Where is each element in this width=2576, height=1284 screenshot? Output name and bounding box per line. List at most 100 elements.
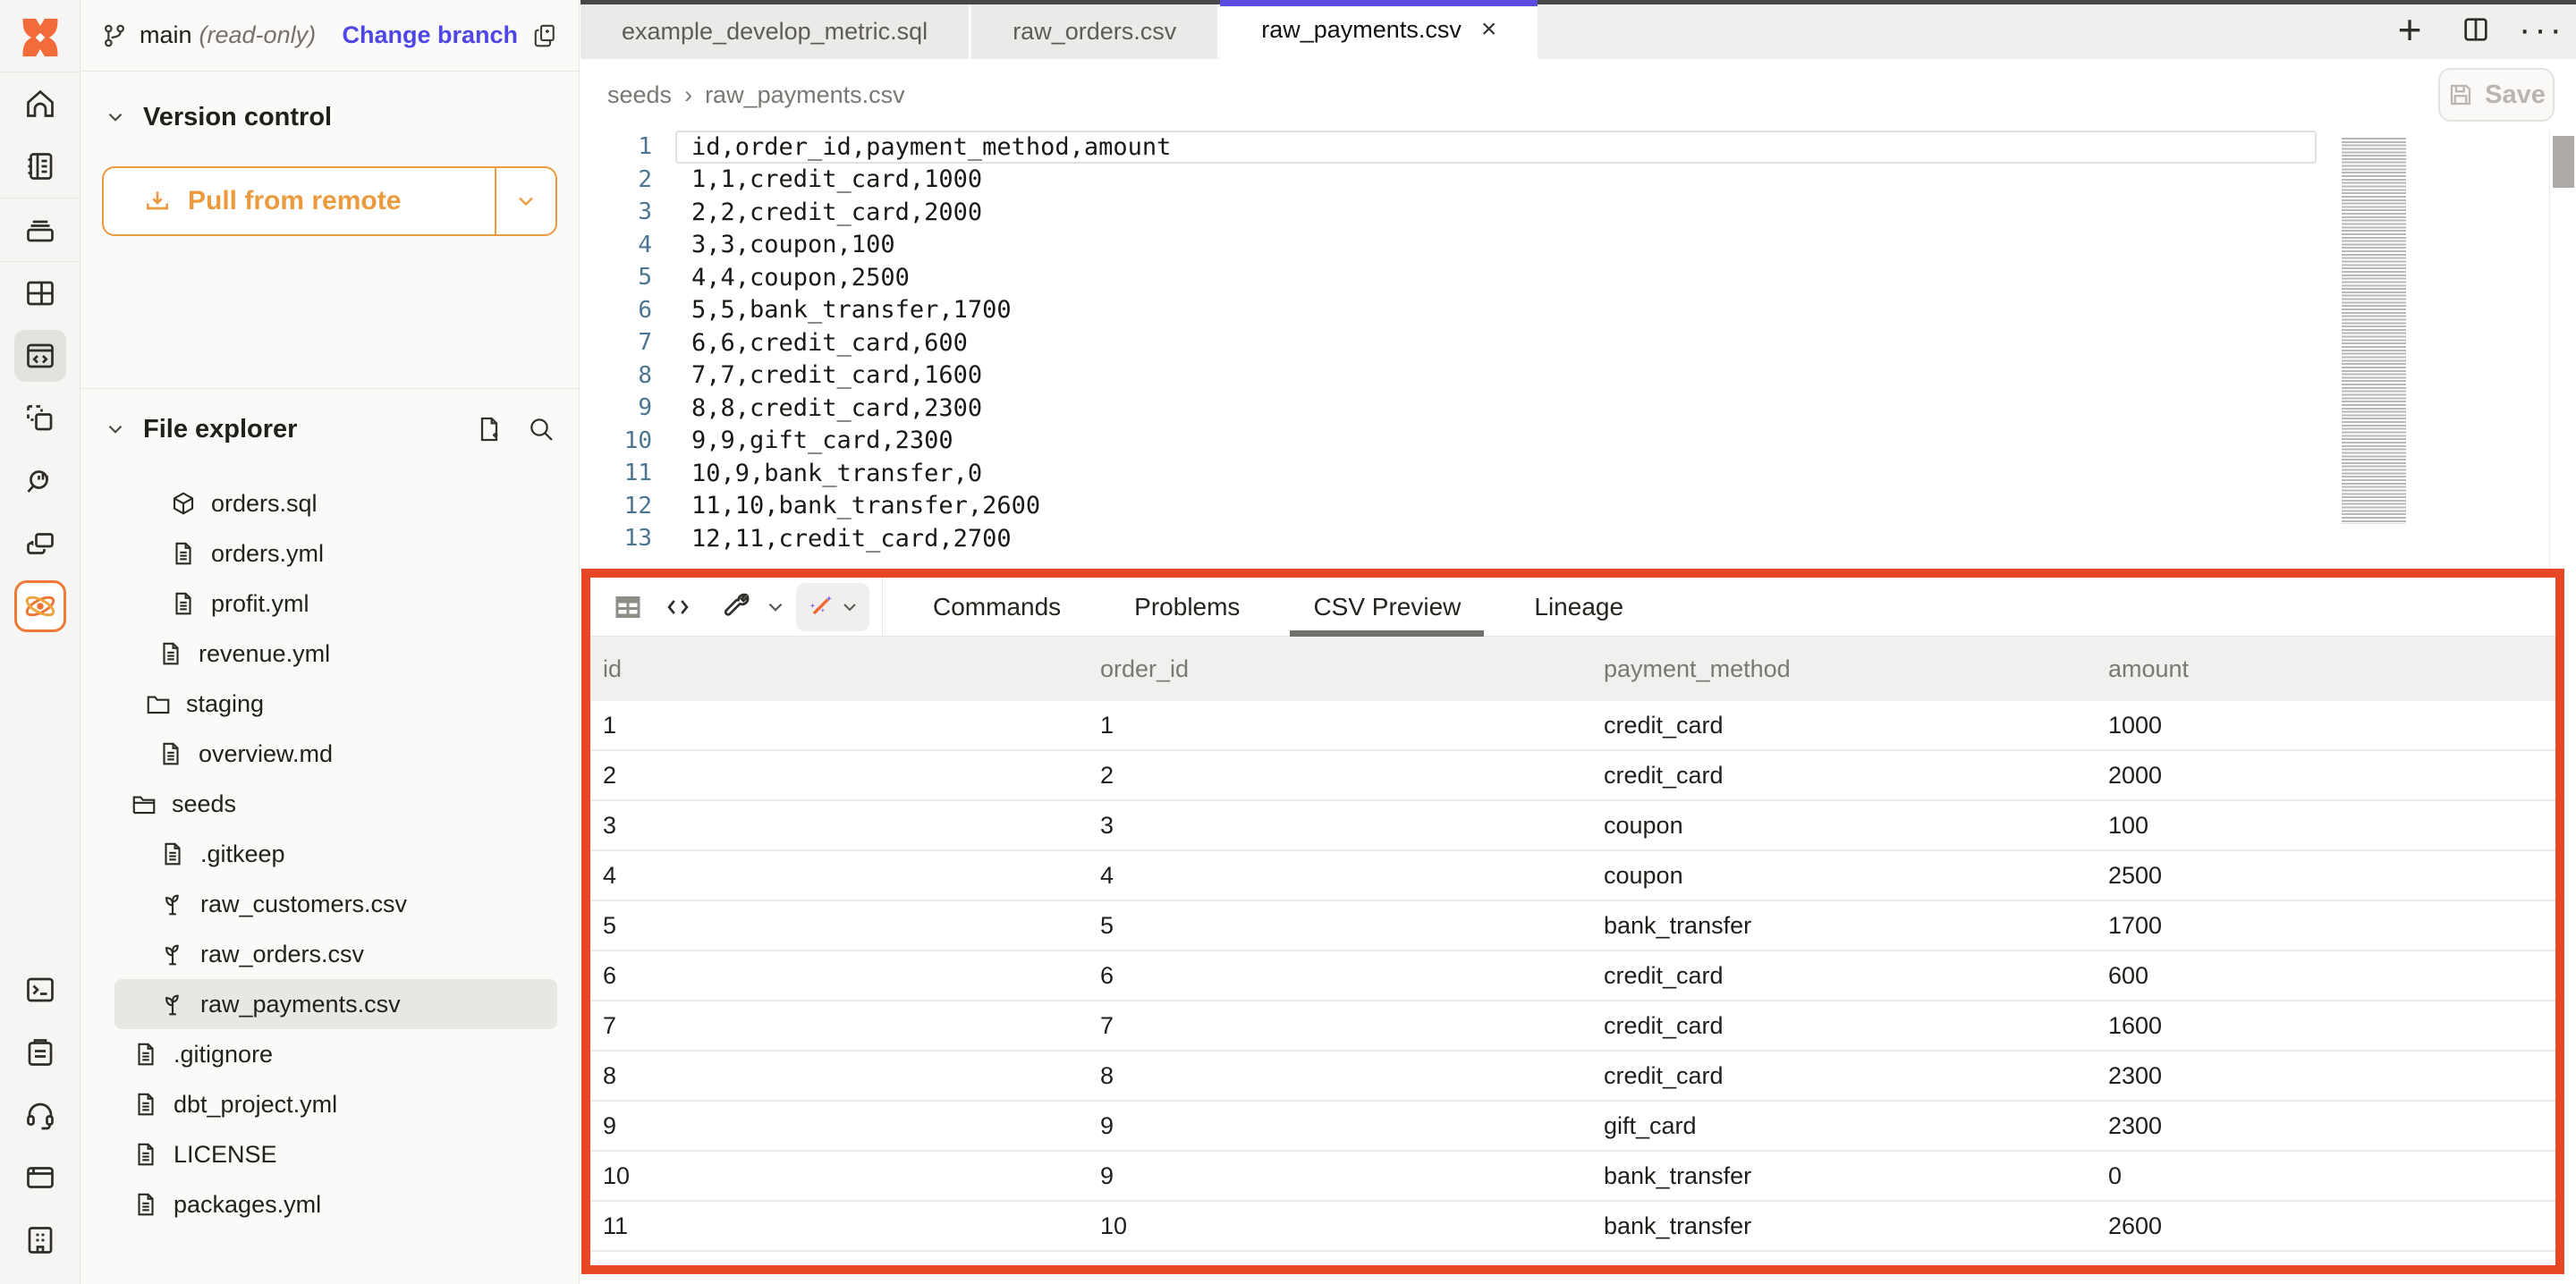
editor-line: 4 3,3,coupon,100 — [580, 229, 2576, 262]
table-row: 8 8 credit_card 2300 — [590, 1052, 2555, 1102]
chevron-down-icon[interactable] — [104, 106, 127, 129]
seed-icon — [159, 891, 186, 917]
file-tree-item[interactable]: revenue.yml — [114, 629, 557, 679]
file-name: packages.yml — [174, 1191, 321, 1219]
table-row: 3 3 coupon 100 — [590, 801, 2555, 851]
panel-tab-label: Lineage — [1534, 593, 1623, 621]
editor-line: 9 8,8,credit_card,2300 — [580, 392, 2576, 425]
cell-payment-method: credit_card — [1591, 712, 2096, 739]
notebook-icon[interactable] — [14, 140, 66, 192]
browser-window-icon[interactable] — [14, 1152, 66, 1204]
file-tree-item[interactable]: .gitkeep — [114, 829, 557, 879]
file-name: raw_orders.csv — [200, 941, 364, 968]
doc-icon — [132, 1091, 159, 1118]
editor-line: 6 5,5,bank_transfer,1700 — [580, 294, 2576, 327]
pull-dropdown-button[interactable] — [496, 168, 555, 234]
build-wrench-icon[interactable] — [710, 584, 760, 630]
file-tree-item[interactable]: raw_orders.csv — [114, 929, 557, 979]
rail-divider — [0, 198, 80, 199]
chevron-down-icon[interactable] — [104, 418, 127, 441]
organization-building-icon[interactable] — [14, 1214, 66, 1266]
cell-id: 7 — [590, 1012, 1088, 1040]
split-editor-icon[interactable] — [2458, 12, 2494, 47]
results-table-icon[interactable] — [603, 584, 653, 630]
headset-support-icon[interactable] — [14, 1089, 66, 1141]
cell-amount: 2500 — [2096, 862, 2555, 890]
table-row: 5 5 bank_transfer 1700 — [590, 901, 2555, 951]
file-tree-item[interactable]: seeds — [114, 779, 557, 829]
line-text: 4,4,coupon,2500 — [670, 264, 910, 291]
cell-id: 3 — [590, 812, 1088, 840]
breadcrumb-parent[interactable]: seeds — [607, 81, 672, 109]
line-text: 8,8,credit_card,2300 — [670, 394, 982, 422]
branch-name: main — [140, 21, 192, 49]
file-tree-item[interactable]: profit.yml — [114, 579, 557, 629]
minimap[interactable] — [2342, 138, 2406, 524]
editor-line: 3 2,2,credit_card,2000 — [580, 196, 2576, 229]
panel-tab[interactable]: CSV Preview — [1306, 578, 1468, 637]
editor-tab[interactable]: raw_payments.csv × — [1220, 0, 1538, 59]
toolbar-divider — [882, 578, 883, 637]
cell-order-id: 5 — [1088, 912, 1591, 940]
line-number: 13 — [580, 525, 670, 552]
file-tree-item[interactable]: .gitignore — [114, 1029, 557, 1079]
panel-tab[interactable]: Commands — [926, 578, 1068, 637]
ai-assist-wand-button[interactable] — [796, 583, 869, 631]
cell-id: 9 — [590, 1112, 1088, 1140]
chevron-down-icon[interactable] — [764, 596, 787, 619]
cell-id: 10 — [590, 1162, 1088, 1190]
save-button[interactable]: Save — [2438, 68, 2555, 122]
panel-tab[interactable]: Problems — [1127, 578, 1247, 637]
dashboard-grid-icon[interactable] — [14, 267, 66, 319]
file-name: orders.sql — [211, 490, 318, 518]
home-icon[interactable] — [14, 78, 66, 130]
cell-order-id: 1 — [1088, 712, 1591, 739]
storage-stack-icon[interactable] — [14, 204, 66, 256]
file-tree-item[interactable]: packages.yml — [114, 1179, 557, 1229]
file-tree-item[interactable]: overview.md — [114, 729, 557, 779]
panel-tabs: Commands Problems CSV Preview Lineage — [926, 578, 1631, 637]
change-branch-link[interactable]: Change branch — [342, 21, 518, 49]
terminal-icon[interactable] — [14, 964, 66, 1016]
compiled-code-icon[interactable] — [653, 584, 703, 630]
doc-icon — [132, 1191, 159, 1218]
code-editor-icon[interactable] — [14, 330, 66, 382]
clipboard-icon[interactable] — [14, 1026, 66, 1078]
sidebar: main (read-only) Change branch Version c… — [80, 0, 580, 1284]
close-tab-icon[interactable]: × — [1481, 14, 1497, 45]
copy-icon[interactable] — [532, 22, 559, 49]
file-tree: orders.sql orders.yml profit.yml — [80, 478, 579, 1229]
search-icon[interactable] — [527, 415, 555, 443]
file-tree-item[interactable]: staging — [114, 679, 557, 729]
line-text: 1,1,credit_card,1000 — [670, 165, 982, 193]
main-area: example_develop_metric.sql raw_orders.cs… — [580, 0, 2576, 1284]
semantic-layer-atom-icon[interactable] — [14, 580, 66, 632]
file-tree-item[interactable]: raw_customers.csv — [114, 879, 557, 929]
query-analysis-icon[interactable] — [14, 455, 66, 507]
editor-line: 5 4,4,coupon,2500 — [580, 261, 2576, 294]
scrollbar-thumb[interactable] — [2553, 136, 2574, 188]
more-options-icon[interactable]: ··· — [2524, 12, 2560, 47]
windows-overlap-icon[interactable] — [14, 518, 66, 570]
dbt-logo-icon[interactable] — [17, 14, 64, 61]
editor-tab[interactable]: example_develop_metric.sql — [580, 4, 971, 59]
editor-scrollbar[interactable] — [2549, 131, 2576, 569]
seed-icon — [159, 941, 186, 967]
file-tree-item[interactable]: dbt_project.yml — [114, 1079, 557, 1129]
selection-frame-icon[interactable] — [14, 393, 66, 444]
new-file-icon[interactable] — [475, 415, 504, 443]
file-tree-item[interactable]: raw_payments.csv — [114, 979, 557, 1029]
doc-icon — [132, 1141, 159, 1168]
editor-tab[interactable]: raw_orders.csv — [971, 4, 1220, 59]
cell-payment-method: coupon — [1591, 862, 2096, 890]
file-tree-item[interactable]: orders.sql — [114, 478, 557, 528]
code-editor[interactable]: 1 id,order_id,payment_method,amount 2 1,… — [580, 131, 2576, 569]
new-tab-icon[interactable]: + — [2392, 12, 2428, 47]
git-branch-icon — [100, 21, 129, 50]
doc-icon — [159, 841, 186, 867]
panel-tab[interactable]: Lineage — [1527, 578, 1631, 637]
cell-id: 11 — [590, 1212, 1088, 1240]
pull-from-remote-button[interactable]: Pull from remote — [102, 166, 557, 236]
file-tree-item[interactable]: orders.yml — [114, 528, 557, 579]
file-tree-item[interactable]: LICENSE — [114, 1129, 557, 1179]
